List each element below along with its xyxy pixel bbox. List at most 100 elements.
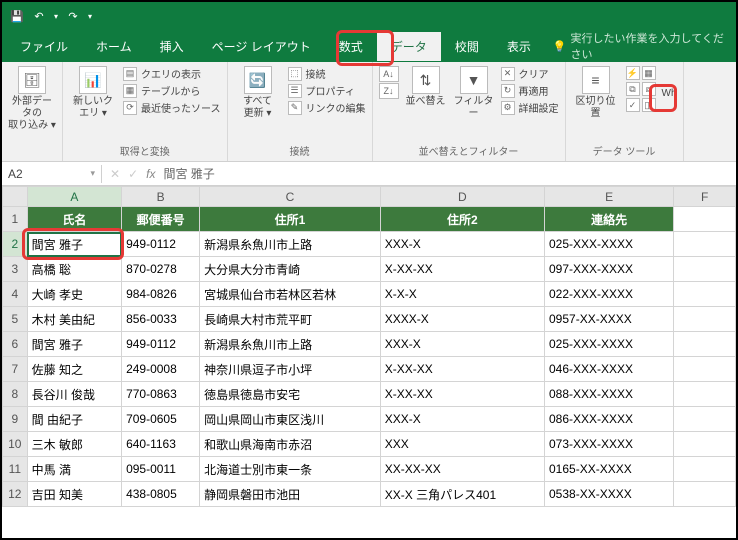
cell[interactable]: 北海道士別市東一条 <box>200 457 381 482</box>
cell[interactable]: 岡山県岡山市東区浅川 <box>200 407 381 432</box>
sort-az-icon[interactable]: A↓ <box>379 66 399 82</box>
tab-review[interactable]: 校閲 <box>441 32 493 61</box>
row-header[interactable]: 12 <box>3 482 28 507</box>
name-box[interactable]: A2▾ <box>2 165 102 183</box>
cell[interactable] <box>674 257 736 282</box>
cell[interactable]: X-XX-XX <box>380 257 544 282</box>
row-header[interactable]: 3 <box>3 257 28 282</box>
remove-duplicates-icon[interactable]: ⧉ <box>626 82 640 96</box>
cell[interactable]: XX-X 三角パレス401 <box>380 482 544 507</box>
cell[interactable] <box>674 407 736 432</box>
show-queries-button[interactable]: ▤クエリの表示 <box>123 66 221 81</box>
cell[interactable]: XXX-X <box>380 232 544 257</box>
row-header[interactable]: 2 <box>3 232 28 257</box>
cell[interactable]: 宮城県仙台市若林区若林 <box>200 282 381 307</box>
cell[interactable]: XX-XX-XX <box>380 457 544 482</box>
row-header[interactable]: 10 <box>3 432 28 457</box>
cell[interactable]: 640-1163 <box>122 432 200 457</box>
col-header-b[interactable]: B <box>122 187 200 207</box>
tab-view[interactable]: 表示 <box>493 32 545 61</box>
tab-formulas[interactable]: 数式 <box>325 32 377 61</box>
header-addr1[interactable]: 住所1 <box>200 207 381 232</box>
sort-za-icon[interactable]: Z↓ <box>379 83 399 99</box>
row-header[interactable]: 6 <box>3 332 28 357</box>
cell[interactable]: 間宮 雅子 <box>27 332 121 357</box>
manage-model-icon[interactable]: ◫ <box>642 98 656 112</box>
col-header-d[interactable]: D <box>380 187 544 207</box>
consolidate-icon[interactable]: ▦ <box>642 66 656 80</box>
edit-links-button[interactable]: ✎リンクの編集 <box>288 100 366 115</box>
cell[interactable]: 097-XXX-XXXX <box>545 257 674 282</box>
header-addr2[interactable]: 住所2 <box>380 207 544 232</box>
cell[interactable]: 間宮 雅子 <box>27 232 121 257</box>
new-query-button[interactable]: 📊新しいク エリ ▾ <box>69 66 117 120</box>
cell[interactable]: 073-XXX-XXXX <box>545 432 674 457</box>
cell[interactable]: 長崎県大村市荒平町 <box>200 307 381 332</box>
row-header[interactable]: 5 <box>3 307 28 332</box>
cell[interactable]: XXX <box>380 432 544 457</box>
col-header-c[interactable]: C <box>200 187 381 207</box>
header-contact[interactable]: 連絡先 <box>545 207 674 232</box>
row-header[interactable]: 8 <box>3 382 28 407</box>
cell[interactable]: 249-0008 <box>122 357 200 382</box>
cell[interactable]: 徳島県徳島市安宅 <box>200 382 381 407</box>
col-header-f[interactable]: F <box>674 187 736 207</box>
cell[interactable]: 新潟県糸魚川市上路 <box>200 232 381 257</box>
cell[interactable]: 静岡県磐田市池田 <box>200 482 381 507</box>
cell[interactable]: X-X-X <box>380 282 544 307</box>
cell[interactable]: 088-XXX-XXXX <box>545 382 674 407</box>
fx-icon[interactable]: fx <box>146 167 155 181</box>
formula-bar[interactable]: 間宮 雅子 <box>163 165 214 182</box>
cell[interactable]: XXX-X <box>380 332 544 357</box>
filter-button[interactable]: ▼フィルター <box>453 66 495 120</box>
cell[interactable]: 709-0605 <box>122 407 200 432</box>
properties-button[interactable]: ☰プロパティ <box>288 83 366 98</box>
cell[interactable]: 095-0011 <box>122 457 200 482</box>
cell[interactable]: 984-0826 <box>122 282 200 307</box>
cell[interactable]: 0165-XX-XXXX <box>545 457 674 482</box>
cell[interactable]: 和歌山県海南市赤沼 <box>200 432 381 457</box>
select-all-corner[interactable] <box>3 187 28 207</box>
from-table-button[interactable]: ▦テーブルから <box>123 83 221 98</box>
header-zip[interactable]: 郵便番号 <box>122 207 200 232</box>
cell[interactable]: 0538-XX-XXXX <box>545 482 674 507</box>
cell[interactable]: 949-0112 <box>122 332 200 357</box>
worksheet-grid[interactable]: A B C D E F 1 氏名 郵便番号 住所1 住所2 連絡先 2 間宮 雅… <box>2 186 736 507</box>
flash-fill-icon[interactable]: ⚡ <box>626 66 640 80</box>
tab-layout[interactable]: ページ レイアウト <box>198 32 325 61</box>
cell[interactable]: 大崎 孝史 <box>27 282 121 307</box>
data-validation-icon[interactable]: ✓ <box>626 98 640 112</box>
cell[interactable]: 025-XXX-XXXX <box>545 232 674 257</box>
relationships-icon[interactable]: ⧈ <box>642 82 656 96</box>
cell[interactable] <box>674 357 736 382</box>
cell[interactable]: 870-0278 <box>122 257 200 282</box>
get-external-data-button[interactable]: 🗄外部データの 取り込み ▾ <box>8 66 56 132</box>
cell[interactable]: 949-0112 <box>122 232 200 257</box>
cell[interactable] <box>674 282 736 307</box>
cell[interactable]: 吉田 知美 <box>27 482 121 507</box>
cell[interactable]: 025-XXX-XXXX <box>545 332 674 357</box>
cell[interactable]: 438-0805 <box>122 482 200 507</box>
cell[interactable]: X-XX-XX <box>380 357 544 382</box>
sort-button[interactable]: ⇅並べ替え <box>405 66 447 108</box>
cell[interactable]: 022-XXX-XXXX <box>545 282 674 307</box>
cell[interactable] <box>674 207 736 232</box>
row-header[interactable]: 4 <box>3 282 28 307</box>
row-header[interactable]: 7 <box>3 357 28 382</box>
refresh-all-button[interactable]: 🔄すべて 更新 ▾ <box>234 66 282 120</box>
cell[interactable]: 木村 美由紀 <box>27 307 121 332</box>
qat-customize-icon[interactable]: ▾ <box>88 12 92 21</box>
redo-icon[interactable]: ↷ <box>66 9 80 23</box>
cancel-icon[interactable]: ✕ <box>110 167 120 181</box>
text-to-columns-button[interactable]: ≡区切り位置 <box>572 66 620 120</box>
reapply-button[interactable]: ↻再適用 <box>501 83 559 98</box>
cell[interactable]: 856-0033 <box>122 307 200 332</box>
cell[interactable]: 三木 敏郎 <box>27 432 121 457</box>
tab-home[interactable]: ホーム <box>82 32 146 61</box>
col-header-a[interactable]: A <box>27 187 121 207</box>
cell[interactable]: 新潟県糸魚川市上路 <box>200 332 381 357</box>
cell[interactable] <box>674 332 736 357</box>
cell[interactable]: 770-0863 <box>122 382 200 407</box>
cell[interactable]: 086-XXX-XXXX <box>545 407 674 432</box>
cell[interactable]: 大分県大分市青崎 <box>200 257 381 282</box>
